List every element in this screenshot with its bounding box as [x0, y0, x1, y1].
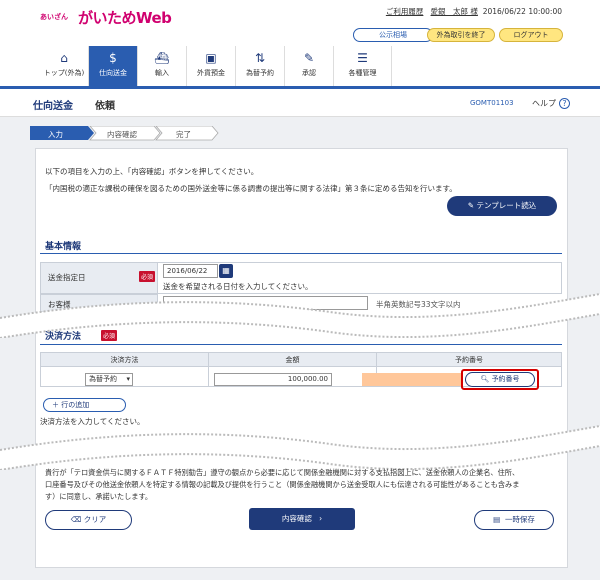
clear-button[interactable]: ⌫ クリア: [45, 510, 132, 530]
settlement-required-badge: 必須: [101, 330, 118, 341]
col-method-header: 決済方法: [40, 352, 209, 367]
approve-icon: ✎: [303, 51, 315, 65]
title-bar: 仕向送金 依頼 GOMT01103 ヘルプ?: [0, 89, 600, 117]
template-load-button[interactable]: ✎ テンプレート読込: [447, 196, 557, 216]
nav-deposit[interactable]: ▣ 外貨預金: [187, 46, 236, 86]
deposit-icon: ▣: [205, 51, 217, 65]
nav-import[interactable]: ⛴ 輸入: [138, 46, 187, 86]
remittance-icon: $: [109, 51, 117, 65]
user-name-link[interactable]: 愛銀 太郎 様: [431, 7, 478, 16]
import-icon: ⛴: [154, 51, 170, 65]
settlement-divider: [40, 344, 562, 345]
remit-date-input[interactable]: 2016/06/22: [163, 264, 218, 278]
required-badge: 必須: [139, 271, 156, 282]
confirm-button[interactable]: 内容確認 ›: [249, 508, 355, 530]
wave-break-bottom: [0, 425, 600, 470]
help-link[interactable]: ヘルプ?: [532, 98, 570, 109]
logout-button[interactable]: ログアウト: [499, 28, 563, 42]
exchange-icon: ⇅: [254, 51, 266, 65]
save-icon: ▤: [493, 515, 501, 524]
page-subtitle: 依頼: [95, 101, 115, 112]
nav-remittance[interactable]: $ 仕向送金: [89, 46, 138, 86]
step-confirm-label: 内容確認: [107, 130, 137, 139]
add-row-button[interactable]: ＋ 行の追加: [43, 398, 126, 412]
col-amount-header: 金額: [208, 352, 377, 367]
intro-line2: 「内国税の適正な課税の確保を図るための国外送金等に係る調書の提出等に関する法律」…: [45, 184, 457, 193]
calendar-icon[interactable]: ▦: [219, 264, 233, 278]
header-user-info: ご利用履歴 愛銀 太郎 様 2016/06/22 10:00:00: [386, 6, 562, 17]
screen-id: GOMT01103: [470, 99, 514, 107]
help-icon: ?: [559, 98, 570, 109]
contract-number-button[interactable]: 🔍︎ 予約番号: [465, 372, 535, 387]
temp-save-button[interactable]: ▤ 一時保存: [474, 510, 554, 530]
basic-info-divider: [40, 253, 562, 254]
plus-icon: ＋: [52, 401, 59, 409]
nav-manage[interactable]: ☰ 各種管理: [334, 46, 392, 86]
step-input-label: 入力: [48, 130, 63, 139]
public-rates-button[interactable]: 公示相場: [353, 28, 433, 42]
login-datetime: 2016/06/22 10:00:00: [482, 7, 562, 16]
nav-exchange[interactable]: ⇅ 為替予約: [236, 46, 285, 86]
main-nav: ⌂ トップ(外為) $ 仕向送金 ⛴ 輸入 ▣ 外貨預金 ⇅ 為替予約 ✎ 承認…: [40, 46, 392, 86]
notice-line3: す）に同意し、承諾いたします。: [45, 492, 153, 501]
step-complete-label: 完了: [176, 130, 191, 139]
notice-line1: 貴行が「テロ資金供与に関するＦＡＴＦ特別勧告」遵守の観点から必要に応じて関係金融…: [45, 468, 520, 477]
header: あいざん がいためWeb ご利用履歴 愛銀 太郎 様 2016/06/22 10…: [0, 0, 600, 88]
pencil-icon: ✎: [467, 201, 475, 210]
remit-date-label: 送金指定日: [48, 273, 86, 282]
settlement-title: 決済方法: [45, 332, 82, 342]
contract-number-field[interactable]: [362, 373, 462, 386]
usage-history-link[interactable]: ご利用履歴: [386, 7, 424, 16]
page-title: 仕向送金: [33, 101, 73, 112]
eraser-icon: ⌫: [70, 515, 82, 524]
nav-top[interactable]: ⌂ トップ(外為): [40, 46, 89, 86]
chevron-right-icon: ›: [319, 514, 323, 523]
notice-line2: 口座番号及びその他送金依頼人を特定する情報の記載及び提供を行うこと（関係金融機関…: [45, 480, 520, 489]
nav-approve[interactable]: ✎ 承認: [285, 46, 334, 86]
home-icon: ⌂: [60, 51, 68, 65]
basic-info-title: 基本情報: [45, 242, 82, 252]
app-logo[interactable]: がいためWeb: [78, 7, 172, 28]
col-contract-header: 予約番号: [376, 352, 562, 367]
bank-logo-small: あいざん: [40, 13, 68, 21]
amount-input[interactable]: 100,000.00: [214, 373, 332, 386]
wave-break-top: [0, 293, 600, 338]
search-icon: 🔍︎: [480, 375, 490, 383]
end-fx-button[interactable]: 外為取引を終了: [427, 28, 495, 42]
method-select[interactable]: 為替予約 ▾: [85, 373, 133, 386]
chevron-down-icon: ▾: [126, 375, 130, 383]
intro-line1: 以下の項目を入力の上、「内容確認」ボタンを押してください。: [45, 167, 259, 176]
manage-icon: ☰: [357, 51, 368, 65]
